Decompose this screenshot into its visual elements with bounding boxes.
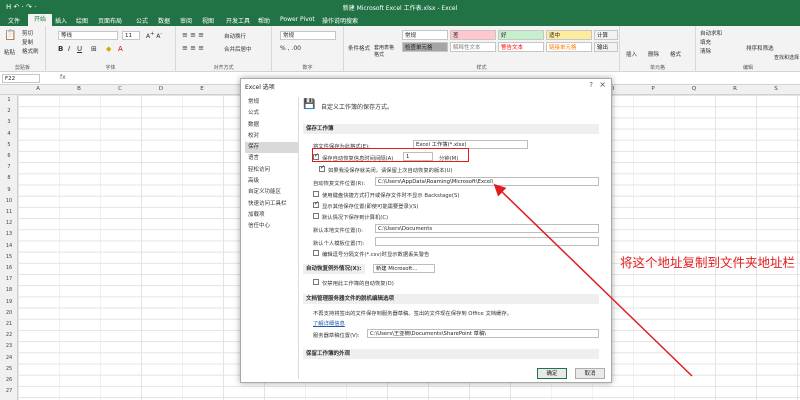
annotation-arrow <box>493 183 693 377</box>
arrow-line <box>493 183 693 377</box>
annotation-text: 将这个地址复制到文件夹地址栏 <box>620 255 796 270</box>
